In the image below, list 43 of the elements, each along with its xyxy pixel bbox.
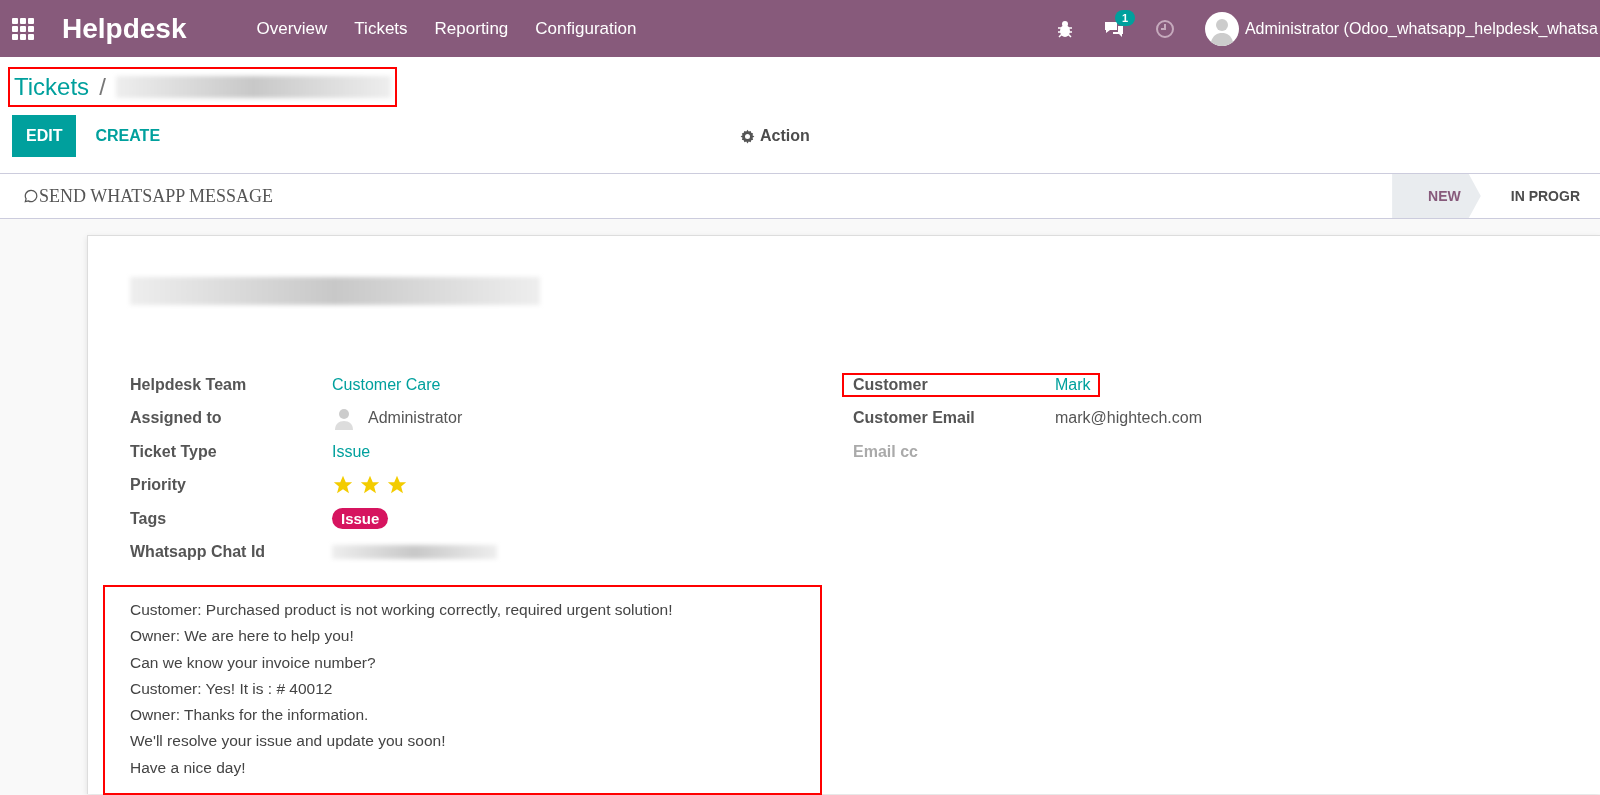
tag: Issue <box>332 508 389 530</box>
whatsapp-icon <box>24 189 38 203</box>
field-label: Whatsapp Chat Id <box>130 543 267 562</box>
field-label: Customer <box>853 375 929 394</box>
message-count-badge: 1 <box>1114 9 1136 26</box>
menu-item[interactable]: Tickets <box>354 18 408 39</box>
conversation-line: Owner: Thanks for the information. <box>130 705 370 726</box>
conversation-line: Owner: We are here to help you! <box>130 626 355 647</box>
field-value: Administrator <box>368 409 463 428</box>
field-label: Ticket Type <box>130 442 218 461</box>
bug-icon[interactable] <box>1056 19 1073 38</box>
gear-icon <box>740 128 756 144</box>
menu-item[interactable]: Configuration <box>535 18 637 39</box>
field-label: Assigned to <box>130 409 223 428</box>
field-label: Customer Email <box>853 409 976 428</box>
field-link[interactable]: Customer Care <box>332 375 441 394</box>
field-link[interactable]: Issue <box>332 442 371 461</box>
app-name: Helpdesk <box>62 12 187 45</box>
field-label: Tags <box>130 509 168 528</box>
edit-button[interactable]: EDIT <box>12 115 77 157</box>
field-label: Priority <box>130 476 187 495</box>
user-name[interactable]: Administrator (Odoo_whatsapp_helpdesk_whatsa <box>1244 19 1598 38</box>
avatar-icon[interactable] <box>1204 11 1239 46</box>
menu-item[interactable]: Overview <box>256 18 328 39</box>
field-link[interactable]: Mark <box>1055 375 1091 394</box>
conversation-line: Can we know your invoice number? <box>130 652 377 673</box>
action-button[interactable]: Action <box>734 126 816 146</box>
user-icon <box>332 406 356 431</box>
conversation-line: Have a nice day! <box>130 757 247 778</box>
clock-icon[interactable] <box>1154 18 1175 39</box>
breadcrumb-link[interactable]: Tickets <box>14 73 90 101</box>
create-button[interactable]: CREATE <box>76 115 180 157</box>
conversation-line: We'll resolve your issue and update you soon! <box>130 731 447 752</box>
field-label: Helpdesk Team <box>130 375 248 394</box>
field-value: mark@hightech.com <box>1055 409 1202 428</box>
breadcrumb-separator: / <box>99 73 106 101</box>
send-whatsapp-button[interactable]: SEND WHATSAPP MESSAGE <box>0 174 298 218</box>
conversation-line: Customer: Yes! It is : # 40012 <box>130 678 334 699</box>
menu-item[interactable]: Reporting <box>434 18 509 39</box>
apps-menu-icon[interactable] <box>12 17 34 40</box>
conversation-line: Customer: Purchased product is not working correctly, required urgent solution! <box>130 600 674 620</box>
field-label: Email cc <box>853 442 919 461</box>
status-stage[interactable]: NEW <box>1392 174 1481 218</box>
